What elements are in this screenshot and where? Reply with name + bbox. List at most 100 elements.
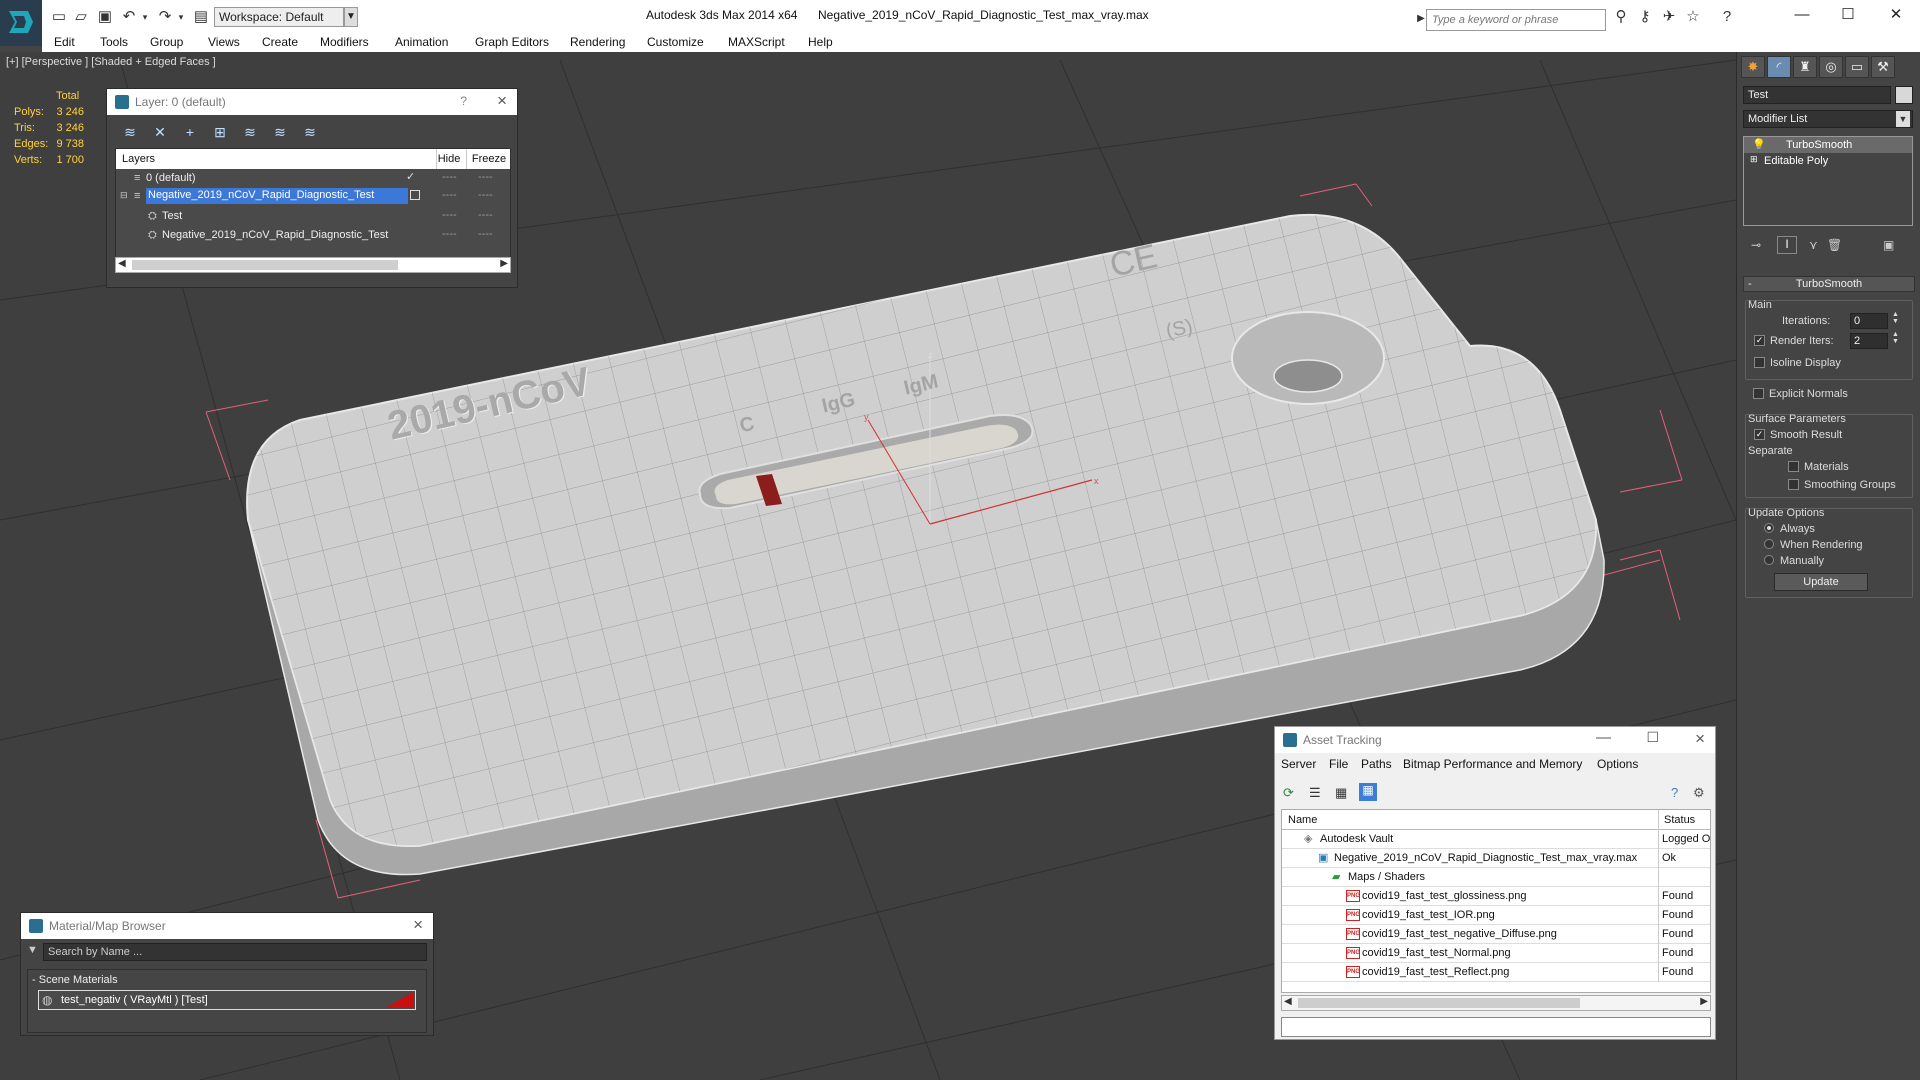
name-column-header[interactable]: Name bbox=[1288, 814, 1317, 826]
menu-graph-editors[interactable]: Graph Editors bbox=[475, 35, 549, 49]
motion-tab-icon[interactable]: ◎ bbox=[1819, 56, 1843, 78]
scroll-left-icon[interactable]: ◀ bbox=[118, 258, 126, 269]
highlight-layer-icon[interactable]: ≋ bbox=[241, 123, 259, 141]
current-layer-checkbox[interactable] bbox=[410, 190, 420, 200]
freeze-all-icon[interactable]: ≋ bbox=[301, 123, 319, 141]
close-icon[interactable]: × bbox=[497, 91, 507, 111]
menu-options[interactable]: Options bbox=[1597, 757, 1638, 771]
current-layer-check-icon[interactable]: ✓ bbox=[406, 170, 415, 183]
make-unique-icon[interactable]: ⋎ bbox=[1809, 238, 1818, 252]
spinner-arrows-icon[interactable]: ▲ ▼ bbox=[1892, 311, 1899, 325]
render-iters-spinner[interactable]: 2 bbox=[1850, 333, 1888, 349]
open-file-icon[interactable]: ▱ bbox=[72, 8, 90, 26]
minimize-button[interactable]: — bbox=[1596, 729, 1611, 746]
menu-maxscript[interactable]: MAXScript bbox=[728, 35, 785, 49]
modifier-list-dropdown[interactable]: Modifier List ▼ bbox=[1743, 110, 1913, 128]
when-rendering-radio[interactable] bbox=[1764, 539, 1774, 549]
display-tab-icon[interactable]: ▭ bbox=[1845, 56, 1869, 78]
subscription-icon[interactable]: ⚷ bbox=[1636, 8, 1654, 26]
create-layer-icon[interactable]: ≋ bbox=[121, 123, 139, 141]
help-icon[interactable]: ? bbox=[460, 94, 467, 108]
freeze-toggle[interactable]: ---- bbox=[478, 171, 493, 183]
object-color-swatch[interactable] bbox=[1895, 86, 1913, 104]
hide-toggle[interactable]: ---- bbox=[442, 209, 457, 221]
material-browser-titlebar[interactable]: Material/Map Browser × bbox=[21, 913, 433, 939]
asset-path-field[interactable] bbox=[1281, 1017, 1711, 1037]
menu-tools[interactable]: Tools bbox=[100, 35, 128, 49]
maximize-button[interactable]: ☐ bbox=[1646, 729, 1659, 746]
material-search-input[interactable]: Search by Name ... bbox=[43, 943, 427, 961]
layer-row[interactable]: ≡ 0 (default) ✓ ---- ---- bbox=[116, 169, 510, 187]
binoculars-icon[interactable]: ⚲ bbox=[1612, 8, 1630, 26]
menu-server[interactable]: Server bbox=[1281, 757, 1316, 771]
smoothing-groups-checkbox[interactable] bbox=[1788, 479, 1799, 490]
chevron-down-icon[interactable]: ▼ bbox=[1896, 111, 1910, 127]
scroll-thumb[interactable] bbox=[1298, 998, 1580, 1008]
menu-file[interactable]: File bbox=[1329, 757, 1348, 771]
layer-dialog-titlebar[interactable]: Layer: 0 (default) ? × bbox=[107, 89, 517, 115]
freeze-toggle[interactable]: ---- bbox=[478, 209, 493, 221]
asset-row[interactable]: PNG covid19_fast_test_Normal.png Found bbox=[1282, 944, 1710, 963]
freeze-column-header[interactable]: Freeze bbox=[468, 153, 510, 165]
table-view-icon[interactable]: ▦ bbox=[1359, 783, 1377, 801]
hide-toggle[interactable]: ---- bbox=[442, 171, 457, 183]
undo-dropdown-icon[interactable]: ▾ bbox=[136, 8, 154, 26]
refresh-icon[interactable]: ⟳ bbox=[1283, 785, 1294, 801]
explicit-normals-checkbox[interactable] bbox=[1753, 388, 1764, 399]
manually-radio[interactable] bbox=[1764, 555, 1774, 565]
configure-modifier-sets-icon[interactable]: ▣ bbox=[1883, 238, 1894, 252]
show-end-result-icon[interactable]: I bbox=[1777, 236, 1797, 254]
close-icon[interactable]: × bbox=[1695, 729, 1705, 749]
asset-row[interactable]: PNG covid19_fast_test_IOR.png Found bbox=[1282, 906, 1710, 925]
list-view-icon[interactable]: ☰ bbox=[1309, 785, 1321, 801]
project-folder-icon[interactable]: ▤ bbox=[192, 8, 210, 26]
update-button[interactable]: Update bbox=[1774, 573, 1868, 591]
remove-modifier-icon[interactable]: 🗑 bbox=[1827, 238, 1842, 252]
app-logo[interactable] bbox=[0, 0, 42, 46]
expand-icon[interactable]: ⊞ bbox=[1750, 154, 1758, 165]
asset-row[interactable]: PNG covid19_fast_test_Reflect.png Found bbox=[1282, 963, 1710, 982]
search-input[interactable]: Type a keyword or phrase bbox=[1426, 9, 1606, 31]
status-column-header[interactable]: Status bbox=[1664, 814, 1695, 826]
settings-icon[interactable]: ⚙ bbox=[1693, 785, 1705, 801]
communication-icon[interactable]: ✈ bbox=[1660, 8, 1678, 26]
asset-row[interactable]: PNG covid19_fast_test_glossiness.png Found bbox=[1282, 887, 1710, 906]
create-tab-icon[interactable]: ✸ bbox=[1741, 56, 1765, 78]
hide-column-header[interactable]: Hide bbox=[434, 153, 464, 165]
thumbnail-view-icon[interactable]: ▦ bbox=[1335, 785, 1347, 801]
lightbulb-icon[interactable]: 💡 bbox=[1752, 138, 1766, 151]
asset-row[interactable]: PNG covid19_fast_test_negative_Diffuse.pn… bbox=[1282, 925, 1710, 944]
stack-item-editable-poly[interactable]: ⊞ Editable Poly bbox=[1744, 153, 1912, 169]
layer-row[interactable]: ⊟ ≡ Negative_2019_nCoV_Rapid_Diagnostic_… bbox=[116, 187, 510, 205]
layers-column-header[interactable]: Layers bbox=[122, 153, 155, 165]
scene-materials-header[interactable]: - Scene Materials bbox=[32, 974, 118, 986]
save-file-icon[interactable]: ▣ bbox=[96, 8, 114, 26]
hierarchy-tab-icon[interactable]: ♜ bbox=[1793, 56, 1817, 78]
object-name-field[interactable]: Test bbox=[1743, 86, 1891, 104]
freeze-toggle[interactable]: ---- bbox=[478, 228, 493, 240]
iterations-spinner[interactable]: 0 bbox=[1850, 313, 1888, 329]
select-objects-icon[interactable]: ⊞ bbox=[211, 123, 229, 141]
material-item[interactable]: ◍ test_negativ ( VRayMtl ) [Test] bbox=[38, 990, 416, 1010]
menu-edit[interactable]: Edit bbox=[54, 35, 75, 49]
layer-object-row[interactable]: ⛭ Negative_2019_nCoV_Rapid_Diagnostic_Te… bbox=[116, 226, 510, 244]
menu-create[interactable]: Create bbox=[262, 35, 298, 49]
viewport-label[interactable]: [+] [Perspective ] [Shaded + Edged Faces… bbox=[6, 56, 216, 68]
add-to-layer-icon[interactable]: + bbox=[181, 123, 199, 141]
menu-modifiers[interactable]: Modifiers bbox=[320, 35, 369, 49]
pin-stack-icon[interactable]: ⊸ bbox=[1751, 238, 1761, 252]
freeze-toggle[interactable]: ---- bbox=[478, 189, 493, 201]
minimize-button[interactable]: — bbox=[1782, 4, 1822, 26]
menu-animation[interactable]: Animation bbox=[395, 35, 448, 49]
help-icon[interactable]: ? bbox=[1671, 785, 1678, 800]
scroll-right-icon[interactable]: ▶ bbox=[1700, 996, 1708, 1007]
close-icon[interactable]: × bbox=[413, 915, 423, 935]
asset-horizontal-scrollbar[interactable]: ◀ ▶ bbox=[1281, 995, 1711, 1011]
close-button[interactable]: ✕ bbox=[1876, 4, 1916, 26]
workspace-dropdown[interactable]: Workspace: Default bbox=[214, 7, 344, 27]
menu-paths[interactable]: Paths bbox=[1361, 757, 1392, 771]
menu-help[interactable]: Help bbox=[808, 35, 833, 49]
render-iters-checkbox[interactable]: ✓ bbox=[1754, 335, 1765, 346]
asset-tracking-titlebar[interactable]: Asset Tracking — ☐ × bbox=[1275, 727, 1715, 753]
asset-row[interactable]: ▣ Negative_2019_nCoV_Rapid_Diagnostic_Tes… bbox=[1282, 849, 1710, 868]
